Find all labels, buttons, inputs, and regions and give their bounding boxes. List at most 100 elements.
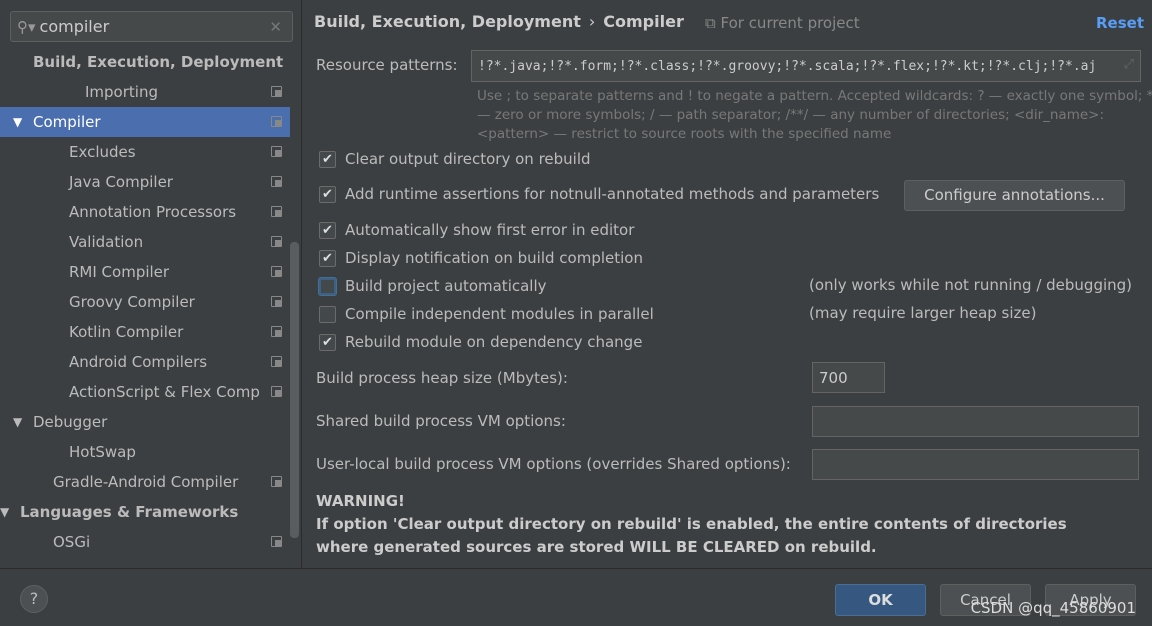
breadcrumb-separator: › xyxy=(588,12,596,31)
settings-tree: Build, Execution, Deployment Importing ▼ Co… xyxy=(0,47,290,557)
project-level-icon xyxy=(271,266,282,277)
project-level-icon xyxy=(271,146,282,157)
tree-item-label: Kotlin Compiler xyxy=(69,323,184,341)
sidebar-scrollbar[interactable] xyxy=(290,242,299,538)
tree-item-label: OSGi xyxy=(53,533,91,551)
option-checkbox[interactable]: ✔ Display notification on build completio… xyxy=(319,249,643,267)
tree-item[interactable]: RMI Compiler xyxy=(0,257,290,287)
resource-patterns-hint: Use ; to separate patterns and ! to nega… xyxy=(477,88,1152,142)
expand-arrow-icon[interactable]: ▼ xyxy=(0,505,20,519)
tree-item[interactable]: Validation xyxy=(0,227,290,257)
option-checkbox[interactable]: ✔ Add runtime assertions for notnull-anno… xyxy=(319,185,879,203)
expand-arrow-icon[interactable]: ▼ xyxy=(13,115,33,129)
checkbox-icon[interactable]: ✔ xyxy=(319,185,336,203)
option-checkbox[interactable]: Build project automatically xyxy=(319,277,547,295)
shared-vm-options-input[interactable] xyxy=(812,406,1139,437)
reset-link[interactable]: Reset xyxy=(1096,14,1144,32)
option-label: Clear output directory on rebuild xyxy=(345,150,591,168)
tree-item[interactable]: Java Compiler xyxy=(0,167,290,197)
tree-item[interactable]: Groovy Compiler xyxy=(0,287,290,317)
tree-item[interactable]: Excludes xyxy=(0,137,290,167)
tree-item[interactable]: Kotlin Compiler xyxy=(0,317,290,347)
tree-item[interactable]: HotSwap xyxy=(0,437,290,467)
watermark: CSDN @qq_45860901 xyxy=(970,599,1136,617)
project-level-icon xyxy=(271,476,282,487)
heap-size-input[interactable]: 700 xyxy=(812,362,885,393)
warning-message: WARNING! If option 'Clear output directo… xyxy=(316,490,1106,559)
resource-patterns-label: Resource patterns: xyxy=(316,56,458,74)
settings-search[interactable]: ⚲▾ compiler ✕ xyxy=(10,11,293,42)
tree-item[interactable]: Annotation Processors xyxy=(0,197,290,227)
project-level-icon xyxy=(271,326,282,337)
tree-item-label: Annotation Processors xyxy=(69,203,237,221)
tree-item-label: Validation xyxy=(69,233,144,251)
option-checkbox[interactable]: ✔ Clear output directory on rebuild xyxy=(319,150,591,168)
search-input[interactable]: compiler xyxy=(40,17,270,36)
dialog-footer: ? OK Cancel Apply CSDN @qq_45860901 xyxy=(0,568,1152,626)
option-checkbox[interactable]: ✔ Automatically show first error in edito… xyxy=(319,221,634,239)
checkbox-icon[interactable]: ✔ xyxy=(319,221,336,239)
tree-item-label: Compiler xyxy=(33,113,101,131)
tree-item[interactable]: Android Compilers xyxy=(0,347,290,377)
checkbox-icon[interactable]: ✔ xyxy=(319,249,336,267)
resource-patterns-input[interactable]: !?*.java;!?*.form;!?*.class;!?*.groovy;!… xyxy=(471,50,1141,82)
option-label: Automatically show first error in editor xyxy=(345,221,635,239)
for-project-text: For current project xyxy=(720,14,860,32)
option-label: Rebuild module on dependency change xyxy=(345,333,643,351)
checkbox-icon[interactable]: ✔ xyxy=(319,150,336,168)
checkbox-icon[interactable]: ✔ xyxy=(319,333,336,351)
settings-sidebar: ⚲▾ compiler ✕ Build, Execution, Deployme… xyxy=(0,0,302,568)
project-level-icon xyxy=(271,116,282,127)
warning-text: If option 'Clear output directory on reb… xyxy=(316,515,1067,556)
tree-item[interactable]: ▼ Languages & Frameworks xyxy=(0,497,290,527)
breadcrumb-parent: Build, Execution, Deployment xyxy=(314,12,581,31)
tree-item-label: HotSwap xyxy=(69,443,136,461)
tree-item[interactable]: Gradle-Android Compiler xyxy=(0,467,290,497)
option-note: (may require larger heap size) xyxy=(809,304,1037,322)
tree-item[interactable]: ▼ Compiler xyxy=(0,107,290,137)
project-level-icon xyxy=(271,206,282,217)
project-scope-label: ⧉ For current project xyxy=(705,14,860,32)
project-icon: ⧉ xyxy=(705,14,721,32)
checkbox-icon[interactable] xyxy=(319,277,336,295)
tree-item-label: Gradle-Android Compiler xyxy=(53,473,239,491)
tree-item[interactable]: Importing xyxy=(0,77,290,107)
help-button[interactable]: ? xyxy=(20,585,48,613)
tree-item[interactable]: ▼ Debugger xyxy=(0,407,290,437)
breadcrumb: Build, Execution, Deployment › Compiler xyxy=(314,12,684,31)
project-level-icon xyxy=(271,86,282,97)
project-level-icon xyxy=(271,176,282,187)
checkbox-icon[interactable] xyxy=(319,305,336,323)
configure-annotations-button[interactable]: Configure annotations... xyxy=(904,180,1125,211)
clear-search-icon[interactable]: ✕ xyxy=(269,18,282,36)
project-level-icon xyxy=(271,386,282,397)
tree-item[interactable]: ActionScript & Flex Comp xyxy=(0,377,290,407)
tree-item[interactable]: OSGi xyxy=(0,527,290,557)
option-label: Compile independent modules in parallel xyxy=(345,305,654,323)
option-checkbox[interactable]: Compile independent modules in parallel xyxy=(319,305,654,323)
option-checkbox[interactable]: ✔ Rebuild module on dependency change xyxy=(319,333,642,351)
tree-item-label: Importing xyxy=(85,83,158,101)
tree-item[interactable]: Build, Execution, Deployment xyxy=(0,47,290,77)
compiler-settings-panel: Build, Execution, Deployment › Compiler ⧉ … xyxy=(303,0,1152,568)
user-vm-options-label: User-local build process VM options (ove… xyxy=(316,455,791,473)
shared-vm-options-label: Shared build process VM options: xyxy=(316,412,566,430)
tree-item-label: Java Compiler xyxy=(69,173,173,191)
ok-button[interactable]: OK xyxy=(835,584,926,616)
project-level-icon xyxy=(271,236,282,247)
resource-patterns-value: !?*.java;!?*.form;!?*.class;!?*.groovy;!… xyxy=(478,59,1097,74)
expand-icon[interactable]: ⤢ xyxy=(1124,57,1134,72)
option-label: Add runtime assertions for notnull-annot… xyxy=(345,185,880,203)
tree-item-label: ActionScript & Flex Comp xyxy=(69,383,260,401)
tree-item-label: Excludes xyxy=(69,143,136,161)
expand-arrow-icon[interactable]: ▼ xyxy=(13,415,33,429)
option-label: Display notification on build completion xyxy=(345,249,643,267)
tree-item-label: Build, Execution, Deployment xyxy=(33,53,284,71)
warning-title: WARNING! xyxy=(316,492,405,510)
tree-item-label: Languages & Frameworks xyxy=(20,503,239,521)
option-label: Build project automatically xyxy=(345,277,547,295)
tree-item-label: Groovy Compiler xyxy=(69,293,195,311)
user-vm-options-input[interactable] xyxy=(812,449,1139,480)
project-level-icon xyxy=(271,536,282,547)
option-note: (only works while not running / debuggin… xyxy=(809,276,1133,294)
